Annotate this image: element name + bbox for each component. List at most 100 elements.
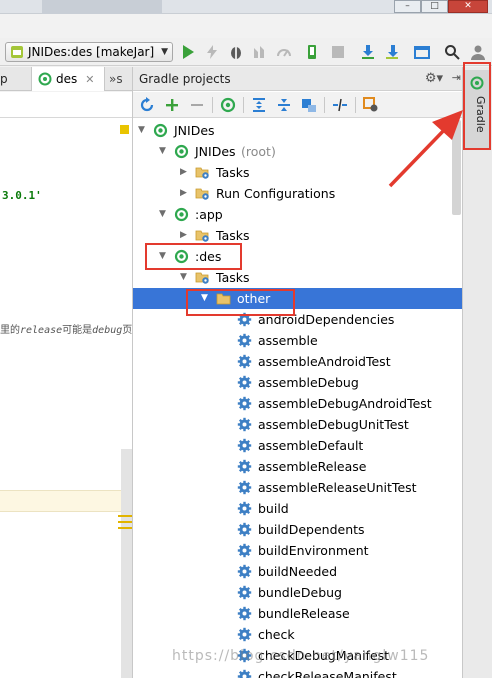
task-item[interactable]: bundleRelease: [133, 603, 463, 624]
tree-node-label: buildDependents: [258, 522, 365, 537]
group-icon[interactable]: [301, 97, 317, 113]
task-item[interactable]: buildDependents: [133, 519, 463, 540]
warning-marker[interactable]: [120, 125, 129, 134]
tab-des[interactable]: des ✕: [31, 67, 105, 91]
run-icon[interactable]: [180, 44, 196, 60]
task-item[interactable]: assembleDebugUnitTest: [133, 414, 463, 435]
gradle-tool-label: Gradle: [474, 96, 487, 133]
gradle-panel-toolbar: [133, 92, 463, 118]
tree-node[interactable]: ▼ Tasks: [133, 267, 463, 288]
collapse-arrow-icon[interactable]: ▶: [179, 167, 188, 177]
expand-all-icon[interactable]: [251, 97, 267, 113]
tree-node-label: checkReleaseManifest: [258, 669, 397, 678]
tree-node[interactable]: ▼:app: [133, 204, 463, 225]
add-icon[interactable]: [164, 97, 180, 113]
task-item[interactable]: buildEnvironment: [133, 540, 463, 561]
gear-icon: [237, 333, 252, 348]
task-item[interactable]: androidDependencies: [133, 309, 463, 330]
gradle-tool-button[interactable]: Gradle: [465, 70, 489, 150]
project-structure-icon[interactable]: [414, 44, 430, 60]
gear-icon: [237, 543, 252, 558]
toggle-offline-icon[interactable]: [332, 97, 348, 113]
close-button[interactable]: ✕: [448, 0, 488, 13]
profile-icon[interactable]: [276, 44, 292, 60]
task-item[interactable]: assembleRelease: [133, 456, 463, 477]
gear-icon[interactable]: ⚙▾: [425, 71, 443, 86]
tree-node-label: buildNeeded: [258, 564, 338, 579]
sdk-manager-icon[interactable]: [384, 44, 400, 60]
maximize-button[interactable]: □: [421, 0, 448, 13]
expand-arrow-icon[interactable]: ▼: [179, 272, 188, 282]
run-configuration-select[interactable]: JNIDes:des [makeJar] ▼: [5, 42, 173, 62]
expand-arrow-icon[interactable]: ▼: [137, 125, 146, 135]
execute-task-icon[interactable]: [220, 97, 236, 113]
gear-icon: [237, 396, 252, 411]
tree-node-label: assembleReleaseUnitTest: [258, 480, 417, 495]
editor-scrollbar[interactable]: [121, 449, 132, 678]
task-item[interactable]: buildNeeded: [133, 561, 463, 582]
expand-arrow-icon[interactable]: ▼: [200, 293, 209, 303]
task-item[interactable]: assembleDebug: [133, 372, 463, 393]
gradle-panel-header: Gradle projects ⚙▾ ⇥: [133, 67, 463, 91]
code-line: 3.0.1': [2, 189, 42, 202]
tree-node[interactable]: ▶ Tasks: [133, 225, 463, 246]
lightning-icon[interactable]: [204, 44, 220, 60]
gradle-settings-icon[interactable]: [363, 97, 379, 113]
attach-icon[interactable]: [304, 44, 320, 60]
watermark-text: https://blog.csdn.net/yanglw115: [172, 648, 430, 664]
task-item[interactable]: assemble: [133, 330, 463, 351]
collapse-arrow-icon[interactable]: ▶: [179, 230, 188, 240]
gradle-projects-tree[interactable]: ▼ JNIDes ▼ JNIDes (root) ▶ Tasks ▶ Run Configura…: [133, 120, 463, 678]
hide-panel-icon[interactable]: ⇥: [452, 71, 461, 84]
title-bar: – □ ✕: [0, 0, 492, 14]
expand-arrow-icon[interactable]: ▼: [158, 251, 167, 261]
code-editor[interactable]: 3.0.1' 里的release可能是debug页: [0, 92, 132, 678]
remove-icon[interactable]: [189, 97, 205, 113]
tree-node[interactable]: ▶ Tasks: [133, 162, 463, 183]
task-item[interactable]: bundleDebug: [133, 582, 463, 603]
task-item[interactable]: checkReleaseManifest: [133, 666, 463, 678]
task-item[interactable]: assembleDebugAndroidTest: [133, 393, 463, 414]
tree-node[interactable]: ▼ :des: [133, 246, 463, 267]
minimize-button[interactable]: –: [394, 0, 421, 13]
task-folder-icon: [195, 230, 209, 242]
sync-gradle-icon[interactable]: [360, 44, 376, 60]
task-item[interactable]: assembleAndroidTest: [133, 351, 463, 372]
tree-node[interactable]: ▶ Run Configurations: [133, 183, 463, 204]
tab-overflow[interactable]: » s: [106, 67, 132, 91]
comment-text: 页: [122, 325, 133, 336]
refresh-icon[interactable]: [139, 97, 155, 113]
tree-node[interactable]: ▼ JNIDes (root): [133, 141, 463, 162]
toolbar-separator: [324, 97, 325, 113]
editor-tab-bar: p des ✕ » s: [0, 67, 132, 91]
task-item[interactable]: check: [133, 624, 463, 645]
tree-node-label: check: [258, 627, 295, 642]
tree-node-label: bundleRelease: [258, 606, 350, 621]
tab-app[interactable]: p: [0, 67, 30, 91]
tree-node[interactable]: ▼ other: [133, 288, 463, 309]
task-item[interactable]: assembleReleaseUnitTest: [133, 477, 463, 498]
tree-node-label: :des: [195, 249, 222, 264]
stop-icon[interactable]: [330, 44, 346, 60]
debug-icon[interactable]: [228, 44, 244, 60]
task-item[interactable]: assembleDefault: [133, 435, 463, 456]
tree-node-label: androidDependencies: [258, 312, 395, 327]
search-icon[interactable]: [444, 44, 460, 60]
tree-node-label: buildEnvironment: [258, 543, 369, 558]
expand-arrow-icon[interactable]: ▼: [158, 209, 167, 219]
collapse-all-icon[interactable]: [276, 97, 292, 113]
task-item[interactable]: build: [133, 498, 463, 519]
gear-icon: [237, 627, 252, 642]
close-icon[interactable]: ✕: [85, 73, 94, 86]
tree-node-label: Tasks: [216, 165, 250, 180]
tree-node-label: assembleDebug: [258, 375, 359, 390]
expand-arrow-icon[interactable]: ▼: [158, 146, 167, 156]
coverage-icon[interactable]: [252, 44, 268, 60]
user-icon[interactable]: [470, 44, 486, 60]
tree-scrollbar-thumb[interactable]: [452, 120, 461, 215]
task-folder-icon: [195, 188, 209, 200]
collapse-arrow-icon[interactable]: ▶: [179, 188, 188, 198]
gradle-module-icon: [153, 123, 168, 138]
current-line-highlight: [0, 490, 132, 512]
tree-node[interactable]: ▼ JNIDes: [133, 120, 463, 141]
